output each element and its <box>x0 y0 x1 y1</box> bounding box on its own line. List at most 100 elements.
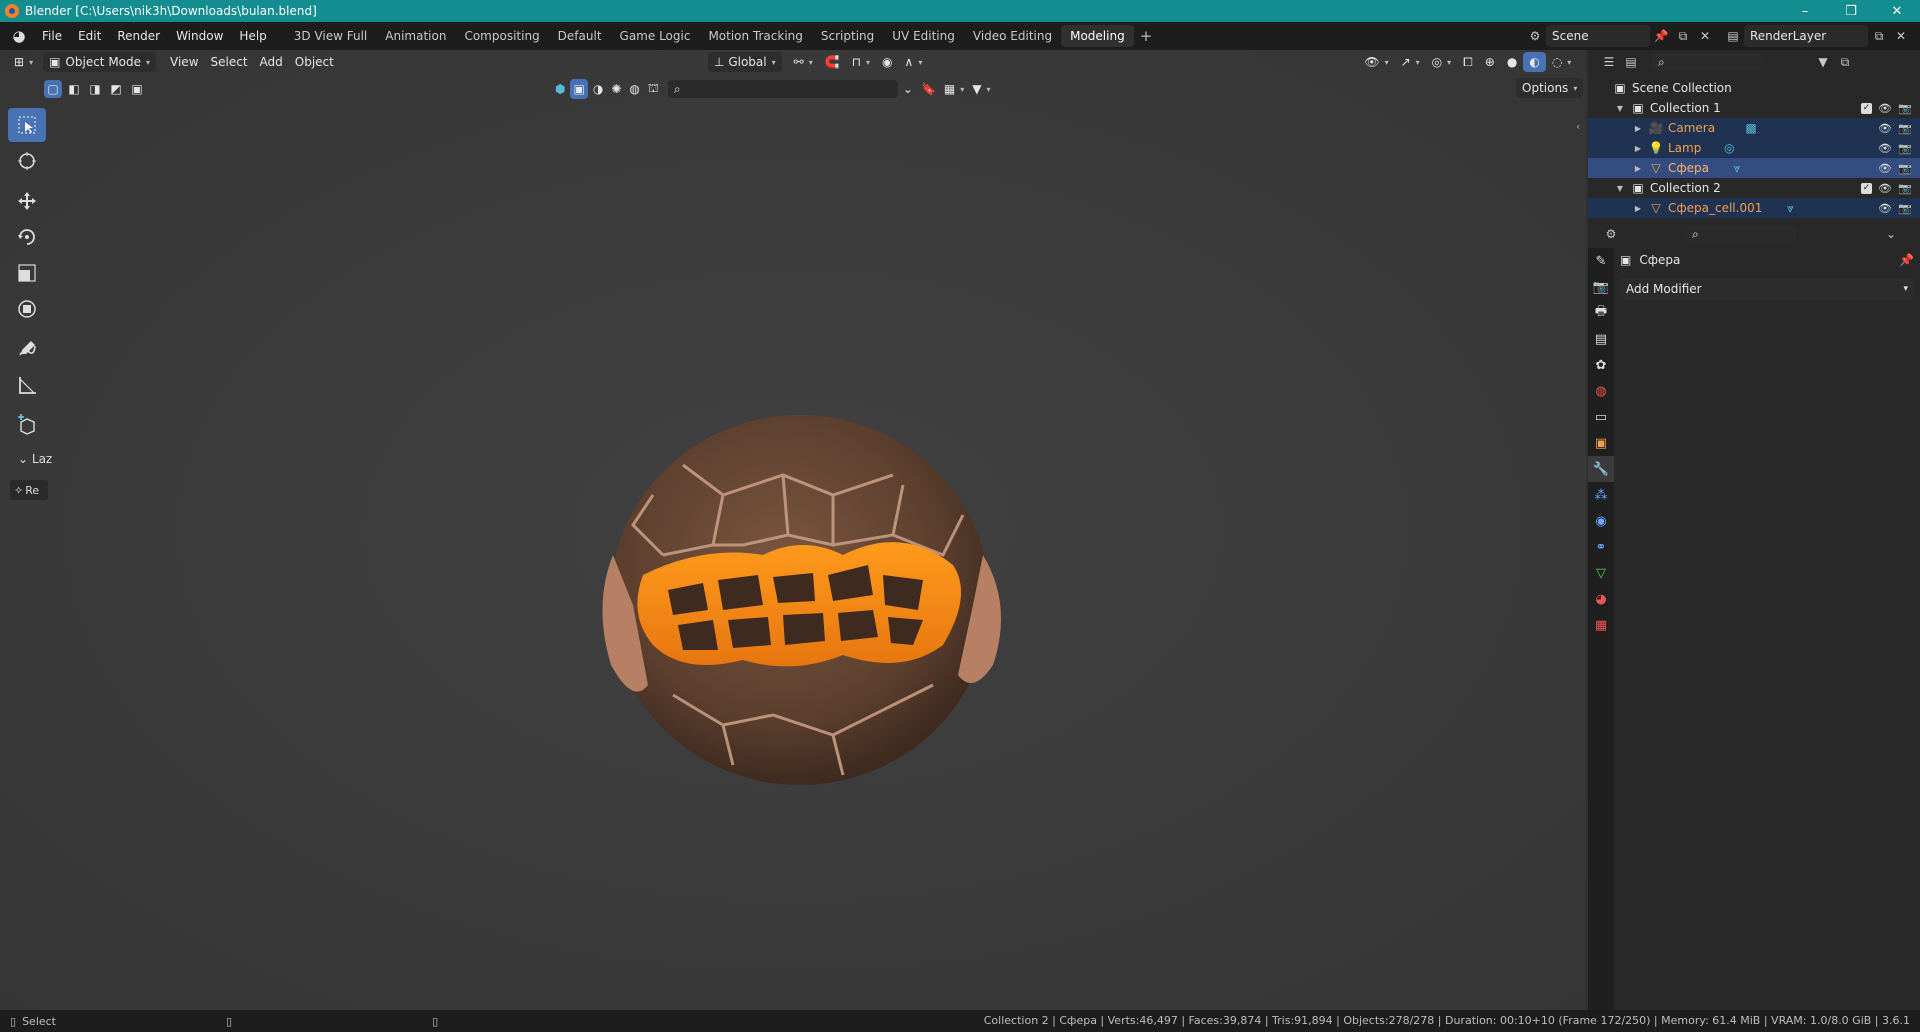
layout-icon[interactable]: ▦ ▾ <box>941 79 967 99</box>
eye-icon[interactable]: 👁 <box>1878 201 1892 215</box>
render-layer-icon[interactable]: ▤ <box>1722 25 1744 47</box>
properties-search-input[interactable]: ⌕ <box>1686 225 1796 243</box>
render-tab-icon[interactable]: 📷 <box>1588 274 1614 300</box>
tree-item-lamp[interactable]: ▶ 💡 Lamp ◎ 👁 📷 <box>1588 138 1920 158</box>
select-extend-icon[interactable]: ◧ <box>65 80 83 98</box>
exclude-checkbox[interactable]: ✓ <box>1861 102 1872 114</box>
remove-scene-icon[interactable]: ✕ <box>1694 25 1716 47</box>
display-mode-icon[interactable]: ☰ <box>1598 51 1620 73</box>
output-tab-icon[interactable]: 🖶 <box>1588 300 1614 326</box>
snap-target-icon[interactable]: ⊓ ▾ <box>846 52 876 72</box>
tab-game-logic[interactable]: Game Logic <box>611 25 700 47</box>
annotate-tool[interactable] <box>8 332 46 366</box>
tab-uv-editing[interactable]: UV Editing <box>883 25 964 47</box>
proportional-edit-icon[interactable]: ◉ <box>876 52 898 72</box>
redo-button[interactable]: ✧ Re <box>10 480 48 500</box>
remove-layer-icon[interactable]: ✕ <box>1890 25 1912 47</box>
material-tab-icon[interactable]: ◕ <box>1588 586 1614 612</box>
tree-item-sphere-cell[interactable]: ▶ ▽ Сфера_cell.001 ⩔ 👁 📷 <box>1588 198 1920 218</box>
measure-tool[interactable] <box>8 368 46 402</box>
constraints-tab-icon[interactable]: ⚭ <box>1588 534 1614 560</box>
tree-item-camera[interactable]: ▶ 🎥 Camera ▩ 👁 📷 <box>1588 118 1920 138</box>
expand-toggle-icon[interactable]: ▶ <box>1632 204 1644 213</box>
new-scene-icon[interactable]: ⧉ <box>1672 25 1694 47</box>
eye-icon[interactable]: 👁 <box>1878 101 1892 115</box>
visibility-icon[interactable]: 👁 ▾ <box>1358 52 1394 72</box>
add-modifier-dropdown[interactable]: Add Modifier ▾ <box>1620 278 1914 300</box>
scene-icon[interactable]: ⚙ <box>1524 25 1546 47</box>
tree-item-scene-collection[interactable]: ▣ Scene Collection <box>1588 78 1920 98</box>
light-filter-icon[interactable]: ✺ <box>608 79 624 99</box>
menu-select[interactable]: Select <box>205 52 254 72</box>
menu-help[interactable]: Help <box>231 22 274 50</box>
tree-item-collection-2[interactable]: ▼ ▣ Collection 2 ✓ 👁 📷 <box>1588 178 1920 198</box>
maximize-button[interactable]: ❐ <box>1828 0 1874 22</box>
select-box-tool[interactable] <box>8 108 46 142</box>
wireframe-shading-icon[interactable]: ⊕ <box>1479 52 1501 72</box>
rotate-tool[interactable] <box>8 220 46 254</box>
menu-view[interactable]: View <box>164 52 204 72</box>
select-invert-icon[interactable]: ◩ <box>107 80 125 98</box>
outliner-search-input[interactable]: ⌕ <box>1652 53 1762 71</box>
tab-motion-tracking[interactable]: Motion Tracking <box>699 25 811 47</box>
editor-type-icon[interactable]: ⊞ ▾ <box>8 52 39 72</box>
transform-tool[interactable] <box>8 292 46 326</box>
tab-compositing[interactable]: Compositing <box>455 25 548 47</box>
overlays-icon[interactable]: ◎ ▾ <box>1426 52 1458 72</box>
add-workspace-icon[interactable]: + <box>1134 27 1159 45</box>
camera-render-icon[interactable]: 📷 <box>1898 161 1912 175</box>
collapse-icon[interactable]: ⌄ <box>900 79 916 99</box>
move-tool[interactable] <box>8 184 46 218</box>
snap-icon[interactable]: 🧲 <box>819 52 846 72</box>
expand-toggle-icon[interactable]: ▶ <box>1632 164 1644 173</box>
modifier-tab-icon[interactable]: 🔧 <box>1588 456 1614 482</box>
sidebar-toggle-icon[interactable]: ‹ <box>1576 120 1580 133</box>
tab-scripting[interactable]: Scripting <box>812 25 883 47</box>
solid-shading-icon[interactable]: ● <box>1501 52 1523 72</box>
camera-data-icon[interactable]: ▩ <box>1743 121 1759 135</box>
falloff-icon[interactable]: ∧ ▾ <box>899 52 929 72</box>
world-filter-icon[interactable]: ◍ <box>626 79 642 99</box>
menu-object[interactable]: Object <box>289 52 340 72</box>
menu-file[interactable]: File <box>34 22 70 50</box>
texture-tab-icon[interactable]: ▦ <box>1588 612 1614 638</box>
camera-render-icon[interactable]: 📷 <box>1898 201 1912 215</box>
tool-tab-icon[interactable]: ✎ <box>1588 248 1614 274</box>
properties-editor-icon[interactable]: ⚙ <box>1600 223 1622 245</box>
tree-item-collection-1[interactable]: ▼ ▣ Collection 1 ✓ 👁 📷 <box>1588 98 1920 118</box>
bookmark-icon[interactable]: 🔖 <box>918 79 939 99</box>
eye-icon[interactable]: 👁 <box>1878 181 1892 195</box>
scale-tool[interactable] <box>8 256 46 290</box>
view-layer-tab-icon[interactable]: ▤ <box>1588 326 1614 352</box>
camera-filter-icon[interactable]: ⛫ <box>645 79 662 99</box>
tree-item-sphere[interactable]: ▶ ▽ Сфера ⩔ 👁 📷 <box>1588 158 1920 178</box>
camera-render-icon[interactable]: 📷 <box>1898 181 1912 195</box>
menu-render[interactable]: Render <box>109 22 168 50</box>
sphere-object[interactable] <box>573 405 1023 785</box>
properties-options-icon[interactable]: ⌄ <box>1880 223 1902 245</box>
new-layer-icon[interactable]: ⧉ <box>1868 25 1890 47</box>
blender-menu-icon[interactable]: ◕ <box>10 27 28 45</box>
menu-edit[interactable]: Edit <box>70 22 109 50</box>
eye-icon[interactable]: 👁 <box>1878 121 1892 135</box>
particles-tab-icon[interactable]: ⁂ <box>1588 482 1614 508</box>
mesh-data-icon[interactable]: ⩔ <box>1782 201 1798 215</box>
select-intersect-icon[interactable]: ▣ <box>128 80 146 98</box>
scene-tab-icon[interactable]: ✿ <box>1588 352 1614 378</box>
pivot-point-icon[interactable]: ⚯ ▾ <box>788 52 819 72</box>
exclude-checkbox[interactable]: ✓ <box>1861 182 1872 194</box>
object-mode-dropdown[interactable]: ▣ Object Mode ▾ <box>43 52 157 72</box>
3d-viewport[interactable]: ⊞ ▾ ▣ Object Mode ▾ View Select Add Object… <box>0 50 1586 1010</box>
gizmo-icon[interactable]: ↗ ▾ <box>1395 52 1426 72</box>
expand-toggle-icon[interactable]: ▶ <box>1632 124 1644 133</box>
camera-render-icon[interactable]: 📷 <box>1898 121 1912 135</box>
last-operator-panel[interactable]: ⌄ Laz <box>18 452 52 466</box>
eye-icon[interactable]: 👁 <box>1878 161 1892 175</box>
menu-add[interactable]: Add <box>254 52 289 72</box>
expand-toggle-icon[interactable]: ▼ <box>1614 104 1626 113</box>
select-new-icon[interactable]: ▢ <box>44 80 62 98</box>
tab-video-editing[interactable]: Video Editing <box>964 25 1061 47</box>
collection-tab-icon[interactable]: ▭ <box>1588 404 1614 430</box>
new-collection-icon[interactable]: ⧉ <box>1834 51 1856 73</box>
expand-toggle-icon[interactable]: ▶ <box>1632 144 1644 153</box>
